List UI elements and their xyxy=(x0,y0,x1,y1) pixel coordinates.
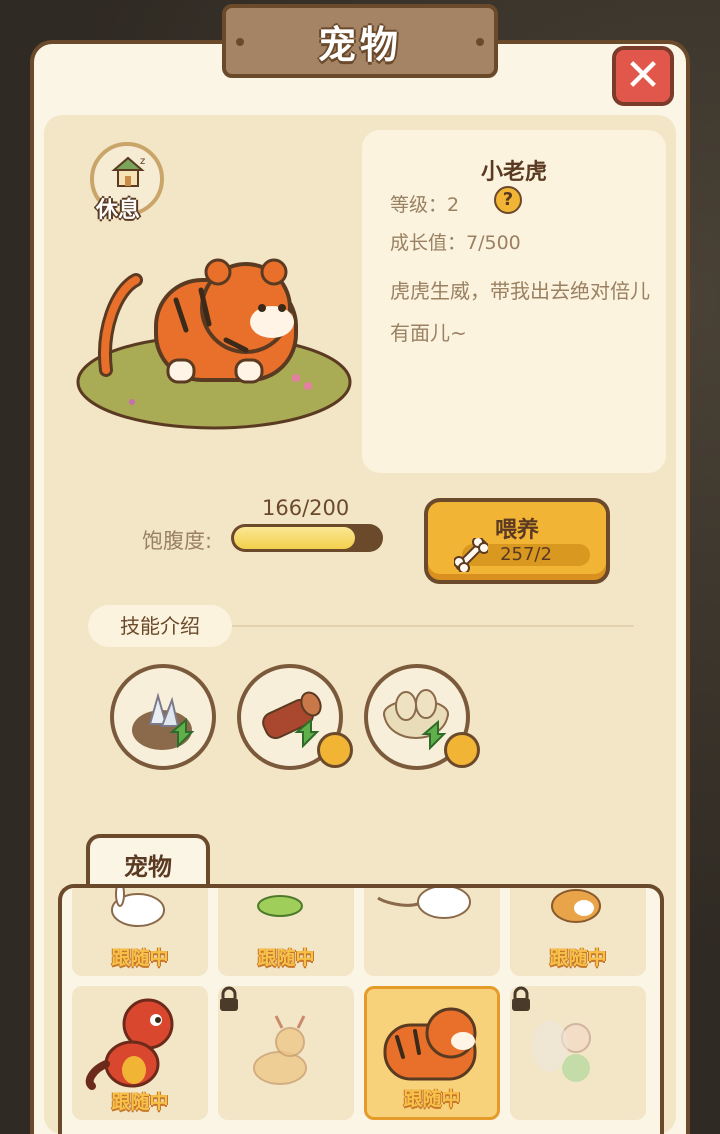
pet-growth: 成长值：7/500 xyxy=(390,232,521,254)
rest-button[interactable]: z 休息 xyxy=(90,142,170,223)
skill-crystal[interactable] xyxy=(110,664,216,770)
crystal-icon xyxy=(132,692,195,750)
lock-icon xyxy=(220,986,238,1011)
pet-cell-shiba[interactable]: 跟随中 xyxy=(510,888,646,976)
feed-button[interactable]: 喂养 257/2 xyxy=(424,498,610,584)
satiety-fill xyxy=(234,527,356,549)
close-button[interactable]: ✕ xyxy=(612,46,674,106)
pet-name: 小老虎 xyxy=(480,160,547,185)
page-title: 宠物 xyxy=(317,22,402,67)
question-icon[interactable]: ? xyxy=(494,186,522,214)
lock-icon xyxy=(512,986,530,1011)
follow-badge: 跟随中 xyxy=(403,1088,461,1110)
svg-text:z: z xyxy=(140,156,145,167)
satiety-value: 166/200 xyxy=(262,496,350,520)
nail-right xyxy=(476,38,484,46)
rest-label: 休息 xyxy=(96,198,141,223)
pet-cell-mouse[interactable] xyxy=(364,888,500,976)
follow-badge: 跟随中 xyxy=(549,947,607,969)
pet-cell-tiger[interactable]: 跟随中 xyxy=(364,986,500,1120)
satiety-label: 饱腹度: xyxy=(142,529,213,553)
title-plate: 宠物 xyxy=(222,4,498,78)
pet-description: 虎虎生威，带我出去绝对倍儿有面儿~ xyxy=(390,279,650,345)
tiger-illustration xyxy=(76,258,352,430)
skill-basket[interactable] xyxy=(364,664,480,770)
pet-cell-bird[interactable]: 跟随中 xyxy=(218,888,354,976)
lock-icon xyxy=(317,732,353,768)
close-icon: ✕ xyxy=(624,50,662,101)
pet-level: 等级：2 xyxy=(390,194,460,216)
skills-tab[interactable]: 技能介绍 xyxy=(88,605,232,647)
satiety-bar xyxy=(231,524,383,552)
pets-grid: 跟随中 跟随中 跟随中 跟随中 跟随中 xyxy=(58,884,664,1134)
pet-cell-fairy[interactable] xyxy=(510,986,646,1120)
follow-badge: 跟随中 xyxy=(257,947,315,969)
pet-cell-dinosaur[interactable]: 跟随中 xyxy=(72,986,208,1120)
follow-badge: 跟随中 xyxy=(111,947,169,969)
bone-icon xyxy=(454,538,488,572)
follow-badge: 跟随中 xyxy=(111,1091,169,1113)
pet-info-card: 小老虎 等级：2 ? 成长值：7/500 虎虎生威，带我出去绝对倍儿有面儿~ xyxy=(362,130,666,473)
house-icon: z xyxy=(111,156,145,187)
pet-cell-deer[interactable] xyxy=(218,986,354,1120)
pet-cell-rabbit[interactable]: 跟随中 xyxy=(72,888,208,976)
skill-wood[interactable] xyxy=(237,664,353,770)
skills-divider xyxy=(232,625,634,627)
lock-icon xyxy=(444,732,480,768)
mouse-icon xyxy=(377,888,471,919)
nail-left xyxy=(236,38,244,46)
